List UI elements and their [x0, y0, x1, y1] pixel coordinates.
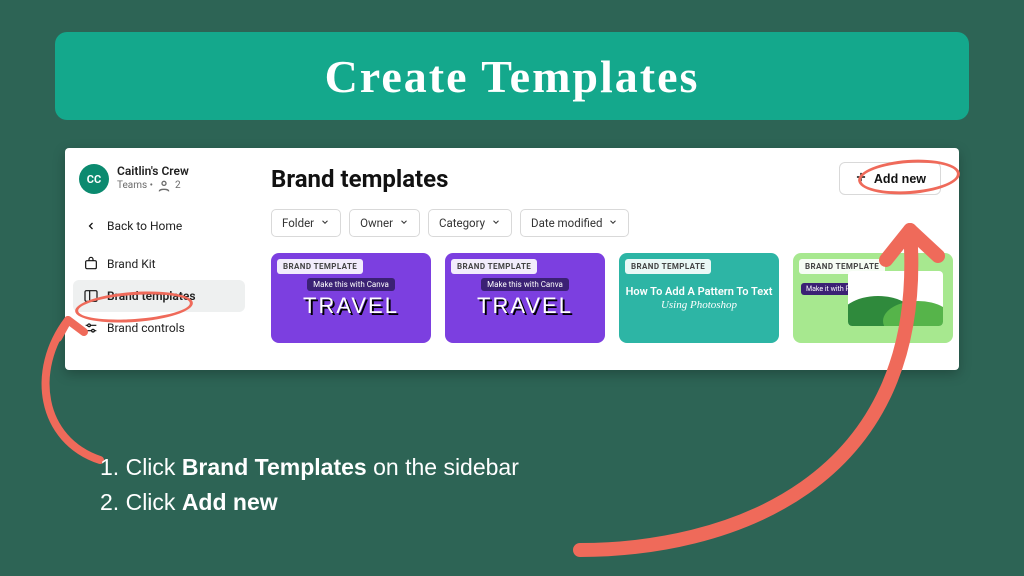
- chevron-down-icon: [608, 216, 618, 230]
- filter-bar: Folder Owner Category Date modified: [271, 209, 941, 237]
- add-new-button[interactable]: Add new: [839, 162, 941, 195]
- template-card[interactable]: BRAND TEMPLATE How To Add A Pattern To T…: [619, 253, 779, 343]
- sidebar-item-label: Brand Kit: [107, 257, 156, 271]
- page-title: Brand templates: [271, 165, 448, 193]
- chevron-down-icon: [491, 216, 501, 230]
- template-card-row: BRAND TEMPLATE Make this with Canva TRAV…: [271, 253, 941, 343]
- people-icon: [156, 178, 172, 194]
- card-title: TRAVEL: [477, 293, 573, 319]
- filter-date-modified[interactable]: Date modified: [520, 209, 629, 237]
- instruction-step-2: Click Add new: [100, 485, 519, 520]
- filter-label: Folder: [282, 216, 314, 230]
- team-subtext: Teams • 2: [117, 178, 189, 194]
- slide-title-banner: Create Templates: [55, 32, 969, 120]
- card-ribbon: Make this with Canva: [307, 278, 395, 291]
- brand-kit-icon: [83, 256, 99, 272]
- sidebar-item-label: Brand templates: [107, 289, 196, 303]
- filter-category[interactable]: Category: [428, 209, 512, 237]
- back-label: Back to Home: [107, 219, 182, 233]
- add-new-label: Add new: [874, 172, 926, 186]
- template-card[interactable]: BRAND TEMPLATE Make this with Canva TRAV…: [271, 253, 431, 343]
- card-title: TRAVEL: [303, 293, 399, 319]
- template-card[interactable]: BRAND TEMPLATE Make this with Canva TRAV…: [445, 253, 605, 343]
- sidebar-item-brand-kit[interactable]: Brand Kit: [73, 248, 245, 280]
- sidebar: CC Caitlin's Crew Teams • 2 Back to Home…: [65, 148, 253, 370]
- app-screenshot-panel: CC Caitlin's Crew Teams • 2 Back to Home…: [65, 148, 959, 370]
- sidebar-item-brand-templates[interactable]: Brand templates: [73, 280, 245, 312]
- instruction-step-1: Click Brand Templates on the sidebar: [100, 450, 519, 485]
- filter-label: Category: [439, 216, 485, 230]
- team-switcher[interactable]: CC Caitlin's Crew Teams • 2: [73, 160, 245, 198]
- plus-icon: [854, 170, 868, 187]
- card-tag: BRAND TEMPLATE: [625, 259, 711, 274]
- templates-icon: [83, 288, 99, 304]
- template-card[interactable]: BRAND TEMPLATE Make it with Photoshop: [793, 253, 953, 343]
- card-tag: BRAND TEMPLATE: [277, 259, 363, 274]
- team-name: Caitlin's Crew: [117, 164, 189, 178]
- card-ribbon: Make this with Canva: [481, 278, 569, 291]
- sidebar-item-label: Brand controls: [107, 321, 185, 335]
- back-to-home-link[interactable]: Back to Home: [73, 210, 245, 242]
- avatar-initials: CC: [87, 173, 101, 186]
- card-text-line2: Using Photoshop: [661, 299, 737, 311]
- filter-label: Date modified: [531, 216, 602, 230]
- main-content: Brand templates Add new Folder Owner Cat…: [253, 148, 959, 370]
- filter-label: Owner: [360, 216, 393, 230]
- slide-title: Create Templates: [325, 50, 700, 103]
- filter-owner[interactable]: Owner: [349, 209, 420, 237]
- chevron-left-icon: [83, 218, 99, 234]
- card-thumbnail: [848, 271, 943, 326]
- sidebar-item-brand-controls[interactable]: Brand controls: [73, 312, 245, 344]
- chevron-down-icon: [399, 216, 409, 230]
- sliders-icon: [83, 320, 99, 336]
- avatar: CC: [79, 164, 109, 194]
- chevron-down-icon: [320, 216, 330, 230]
- card-text-line1: How To Add A Pattern To Text: [626, 285, 773, 298]
- instruction-list: Click Brand Templates on the sidebar Cli…: [100, 450, 519, 519]
- filter-folder[interactable]: Folder: [271, 209, 341, 237]
- card-tag: BRAND TEMPLATE: [451, 259, 537, 274]
